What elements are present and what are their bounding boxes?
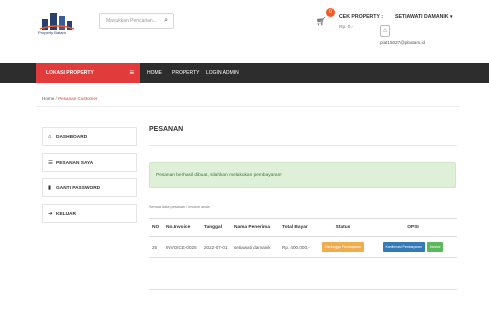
cell-nama: setiawati damanik — [231, 236, 279, 258]
lock-icon: ▮ — [48, 185, 52, 191]
sidebar-item-dashboard[interactable]: ⌂ DASHBOARD — [42, 127, 137, 146]
sidebar-item-label: DASHBOARD — [56, 135, 88, 140]
konfirmasi-pembayaran-button[interactable]: Konfirmasi Pembayaran — [382, 242, 425, 252]
cell-total: Rp. 400.000,- — [279, 236, 317, 258]
header-invoice: No.Invoice — [163, 218, 201, 237]
divider — [36, 106, 460, 107]
divider — [149, 289, 457, 290]
search-icon[interactable]: ⌕ — [164, 17, 168, 25]
breadcrumb-current: Pesanan Customer — [58, 96, 98, 101]
lokasi-property-menu[interactable]: LOKASI PROPERTY ≡ — [36, 63, 140, 83]
status-badge: Menunggu Pembayaran — [321, 242, 365, 252]
navbar: LOKASI PROPERTY ≡ HOME PROPERTY LOGIN AD… — [0, 63, 489, 83]
table-header-row: NO No.Invoice Tanggal Nama Penerima Tota… — [149, 218, 457, 237]
list-icon: ☰ — [48, 160, 53, 166]
hamburger-icon[interactable]: ≡ — [129, 68, 134, 77]
sidebar-item-pesanan-saya[interactable]: ☰ PESANAN SAYA — [42, 153, 137, 172]
invoice-button[interactable]: Invoice — [426, 242, 444, 252]
success-alert: Pesanan berhasil dibuat, silahkan melaku… — [149, 162, 456, 188]
user-menu[interactable]: SETIAWATI DAMANIK ▾ — [395, 14, 453, 20]
sidebar-item-keluar[interactable]: ➜ KELUAR — [42, 204, 137, 223]
header-status: Status — [317, 218, 369, 237]
cart-count-badge: 0 — [326, 8, 335, 17]
header-opsi: OPSI — [369, 218, 457, 237]
breadcrumb-home[interactable]: Home — [42, 96, 54, 101]
lokasi-property-label: LOKASI PROPERTY — [46, 70, 94, 76]
search-input[interactable]: Masukkan Pencarian... ⌕ — [99, 13, 174, 29]
logo-buildings-icon — [39, 13, 75, 30]
header-total: Total Bayar — [279, 218, 317, 237]
sidebar-item-label: PESANAN SAYA — [56, 161, 94, 166]
logout-icon: ➜ — [48, 211, 53, 217]
alert-text: Pesanan berhasil dibuat, silahkan melaku… — [156, 173, 282, 178]
cek-property-value: Rp. 0,- — [339, 25, 354, 30]
cell-tanggal: 2022-07-01 — [201, 236, 231, 258]
cell-invoice: INVOICE-0025 — [163, 236, 201, 258]
cell-no: 25 — [149, 236, 163, 258]
header-no: NO — [149, 218, 163, 237]
table-row: 25 INVOICE-0025 2022-07-01 setiawati dam… — [149, 236, 457, 258]
nav-login-admin[interactable]: LOGIN ADMIN — [206, 70, 239, 76]
sidebar-item-ganti-password[interactable]: ▮ GANTI PASSWORD — [42, 178, 137, 197]
cek-property-label[interactable]: CEK PROPERTY : — [339, 14, 383, 20]
divider — [149, 145, 457, 146]
nav-home[interactable]: HOME — [147, 70, 162, 76]
logo-text: Property Batam — [38, 30, 66, 35]
cell-status: Menunggu Pembayaran — [317, 236, 369, 258]
user-email: piat15027@pbatam.id — [380, 40, 426, 45]
sidebar-item-label: GANTI PASSWORD — [56, 186, 101, 191]
header-tanggal: Tanggal — [201, 218, 231, 237]
orders-table: NO No.Invoice Tanggal Nama Penerima Tota… — [149, 218, 457, 258]
cell-opsi: Konfirmasi Pembayaran Invoice — [369, 236, 457, 258]
cart-icon[interactable]: 🛒︎ — [316, 17, 326, 26]
nav-property[interactable]: PROPERTY — [172, 70, 199, 76]
search-placeholder: Masukkan Pencarian... — [106, 18, 157, 24]
user-icon[interactable]: ⌂ — [380, 25, 390, 37]
table-caption: Semua data pesanan / invoice anda — [149, 205, 210, 209]
page-title: PESANAN — [149, 126, 184, 133]
header-nama: Nama Penerima — [231, 218, 279, 237]
breadcrumb: Home / Pesanan Customer — [42, 96, 97, 101]
home-icon: ⌂ — [48, 134, 52, 140]
sidebar-item-label: KELUAR — [56, 212, 76, 217]
